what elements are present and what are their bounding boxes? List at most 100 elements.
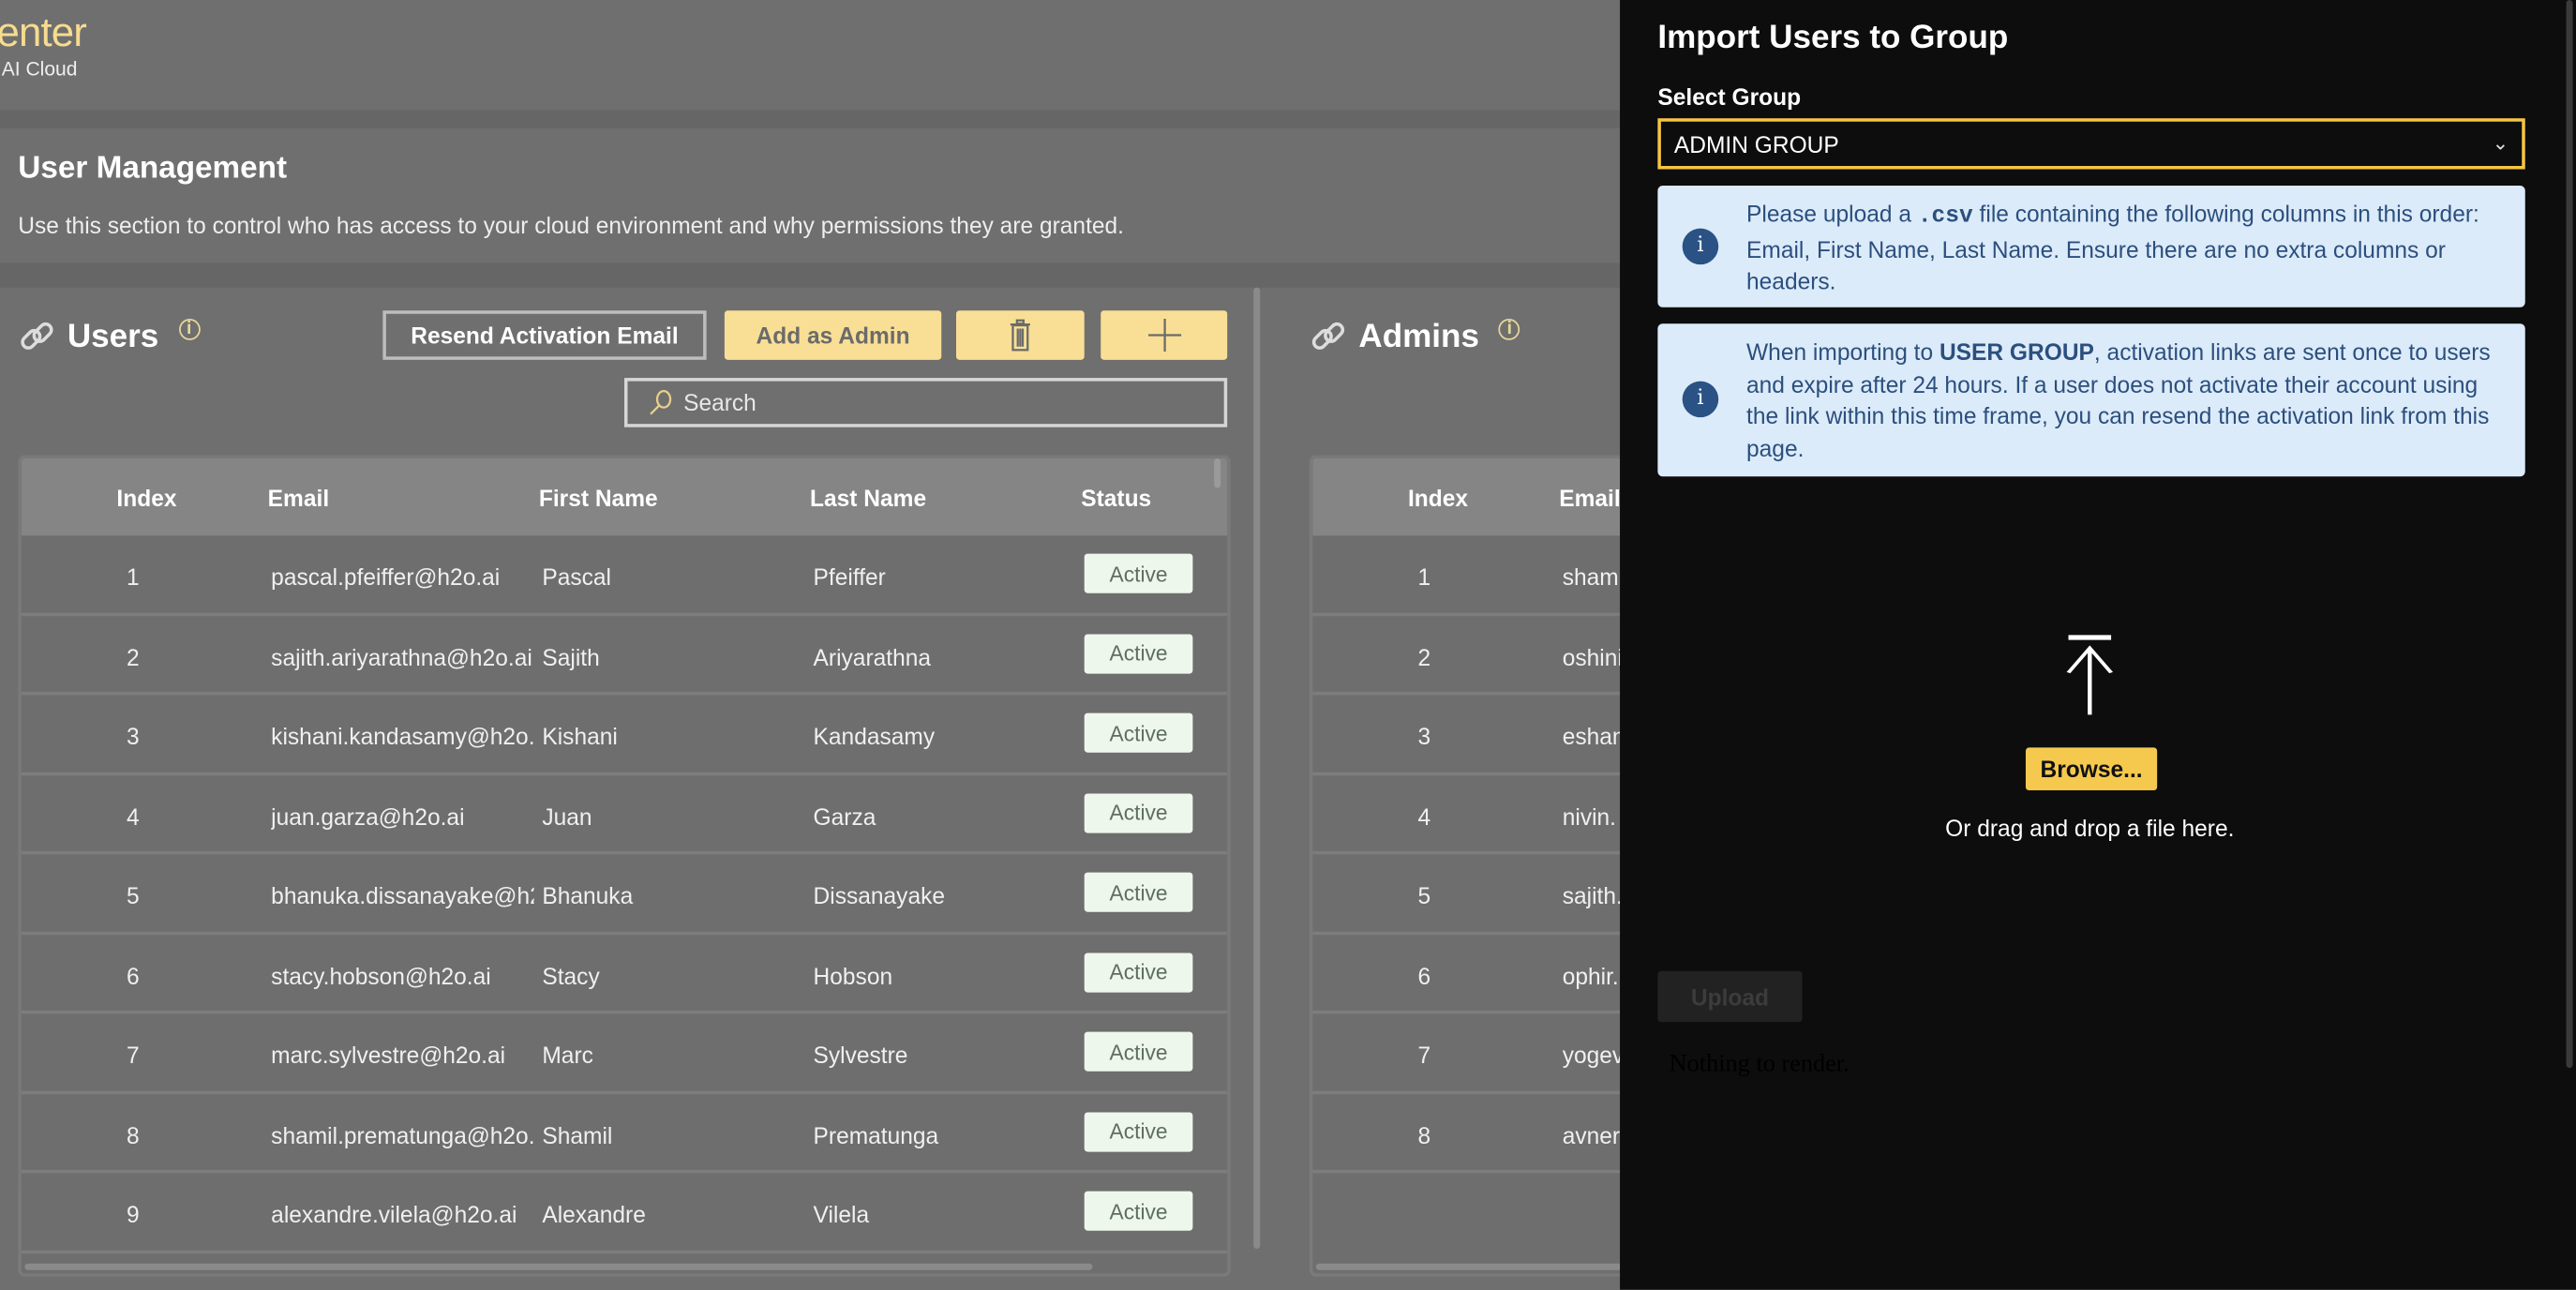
status-badge: Active	[1084, 792, 1193, 832]
cell-last: Kandasamy	[813, 723, 936, 750]
cell-email: alexandre.vilela@h2o.ai	[271, 1201, 517, 1228]
table-scrollbar[interactable]	[1214, 458, 1221, 488]
info-icon: i	[1682, 228, 1719, 265]
table-row[interactable]: 3 kishani.kandasamy@h2o.ai Kishani Kandasam…	[21, 695, 1228, 775]
cell-email: sajith.ariyarathna@h2o.ai	[271, 643, 532, 670]
cell-last: Hobson	[813, 962, 893, 989]
cell-index: 5	[1417, 882, 1431, 909]
plus-icon	[1147, 319, 1181, 352]
cell-email: bhanuka.dissanayake@h2o.ai	[271, 882, 533, 909]
link-icon	[21, 322, 53, 350]
info-icon[interactable]: i	[1498, 318, 1520, 339]
cell-index: 1	[126, 563, 140, 591]
add-as-admin-button[interactable]: Add as Admin	[724, 310, 942, 360]
info-icon[interactable]: i	[178, 318, 201, 339]
cell-last: Dissanayake	[813, 882, 946, 909]
cell-first: Marc	[542, 1042, 593, 1069]
drawer-scrollbar[interactable]	[2566, 0, 2573, 1069]
select-group-label: Select Group	[1657, 83, 1802, 111]
add-user-button[interactable]	[1101, 310, 1228, 360]
cell-index: 8	[1417, 1121, 1431, 1148]
cell-index: 7	[126, 1042, 140, 1069]
cell-index: 8	[126, 1121, 140, 1148]
import-users-drawer: Import Users to Group Select Group ADMIN…	[1620, 0, 2576, 1290]
column-header[interactable]: Index	[1408, 485, 1468, 511]
upload-icon	[2066, 635, 2114, 715]
users-title-text: Users	[67, 318, 159, 354]
cell-index: 7	[1417, 1042, 1431, 1069]
resend-activation-button[interactable]: Resend Activation Email	[382, 310, 707, 360]
cell-index: 4	[1417, 802, 1431, 830]
table-row[interactable]: 2 sajith.ariyarathna@h2o.ai Sajith Ariyarat…	[21, 615, 1228, 696]
delete-button[interactable]	[956, 310, 1085, 360]
table-row[interactable]: 1 pascal.pfeiffer@h2o.ai Pascal Pfeiffer Act…	[21, 535, 1228, 616]
table-row[interactable]: 8 shamil.prematunga@h2o.ai Shamil Prematung…	[21, 1093, 1228, 1174]
table-row[interactable]: 6 stacy.hobson@h2o.ai Stacy Hobson Active	[21, 934, 1228, 1014]
upload-button[interactable]: Upload	[1657, 970, 1803, 1023]
table-row[interactable]: 5 bhanuka.dissanayake@h2o.ai Bhanuka Dissan…	[21, 854, 1228, 935]
browse-button[interactable]: Browse...	[2025, 747, 2158, 791]
cell-first: Shamil	[542, 1121, 613, 1148]
cell-index: 4	[126, 802, 140, 830]
status-badge: Active	[1084, 712, 1193, 753]
activation-info-message: i When importing to USER GROUP, activati…	[1657, 323, 2525, 477]
cell-index: 3	[1417, 723, 1431, 750]
cell-email: marc.sylvestre@h2o.ai	[271, 1042, 506, 1069]
chevron-down-icon: ⌄	[2492, 131, 2509, 155]
drag-drop-hint: Or drag and drop a file here.	[1945, 815, 2235, 842]
trash-icon	[1010, 319, 1030, 352]
column-header[interactable]: Email	[268, 485, 329, 511]
info-icon: i	[1682, 381, 1719, 418]
column-header[interactable]: First Name	[539, 485, 658, 511]
cell-index: 3	[126, 723, 140, 750]
info-text: When importing to	[1746, 338, 1939, 366]
vertical-scrollbar[interactable]	[1253, 287, 1261, 1249]
admins-panel-title: Admins i	[1310, 317, 1520, 356]
cell-last: Garza	[813, 802, 876, 830]
cell-index: 1	[1417, 563, 1431, 591]
group-select-value: ADMIN GROUP	[1673, 130, 1839, 158]
table-row[interactable]: 9 alexandre.vilela@h2o.ai Alexandre Vilela A…	[21, 1173, 1228, 1253]
cell-index: 6	[1417, 962, 1431, 989]
brand-subtitle: AI Cloud	[1, 57, 78, 81]
column-header[interactable]: Email	[1559, 485, 1620, 511]
cell-first: Pascal	[542, 563, 612, 591]
column-header[interactable]: Status	[1081, 485, 1151, 511]
horizontal-scrollbar[interactable]	[24, 1263, 1093, 1270]
page-description: Use this section to control who has acce…	[18, 212, 1124, 239]
status-badge: Active	[1084, 1111, 1193, 1151]
cell-first: Alexandre	[542, 1201, 646, 1228]
brand-title: enter	[0, 9, 87, 56]
cell-email: kishani.kandasamy@h2o.ai	[271, 723, 534, 750]
cell-first: Bhanuka	[542, 882, 634, 909]
users-panel-title: Users i	[18, 317, 201, 356]
table-row[interactable]: 4 juan.garza@h2o.ai Juan Garza Active	[21, 774, 1228, 855]
table-row[interactable]: 7 marc.sylvestre@h2o.ai Marc Sylvestre Activ…	[21, 1013, 1228, 1094]
cell-last: Prematunga	[813, 1121, 939, 1148]
cell-index: 6	[126, 962, 140, 989]
cell-last: Sylvestre	[813, 1042, 908, 1069]
table-body: 1 pascal.pfeiffer@h2o.ai Pascal Pfeiffer Act…	[21, 535, 1228, 1253]
info-bold: USER GROUP	[1939, 338, 2094, 366]
group-select[interactable]: ADMIN GROUP ⌄	[1657, 118, 2525, 170]
table-header: Index Email First Name Last Name Status	[21, 458, 1228, 536]
cell-last: Vilela	[813, 1201, 870, 1228]
status-badge: Active	[1084, 633, 1193, 673]
empty-message: Nothing to render.	[1669, 1051, 1850, 1078]
app: enter AI Cloud User Management Use this …	[0, 0, 2576, 1290]
cell-index: 2	[1417, 643, 1431, 670]
admins-title-text: Admins	[1358, 318, 1479, 354]
search-placeholder: Search	[683, 389, 756, 416]
csv-info-message: i Please upload a .csv file containing t…	[1657, 186, 2525, 308]
search-icon	[650, 389, 672, 415]
cell-index: 9	[126, 1201, 140, 1228]
status-badge: Active	[1084, 1191, 1193, 1231]
column-header[interactable]: Last Name	[810, 485, 926, 511]
cell-last: Pfeiffer	[813, 563, 886, 591]
column-header[interactable]: Index	[116, 485, 176, 511]
cell-index: 2	[126, 643, 140, 670]
status-badge: Active	[1084, 1031, 1193, 1072]
page-title: User Management	[18, 151, 288, 187]
status-badge: Active	[1084, 952, 1193, 992]
search-input[interactable]: Search	[623, 378, 1228, 428]
